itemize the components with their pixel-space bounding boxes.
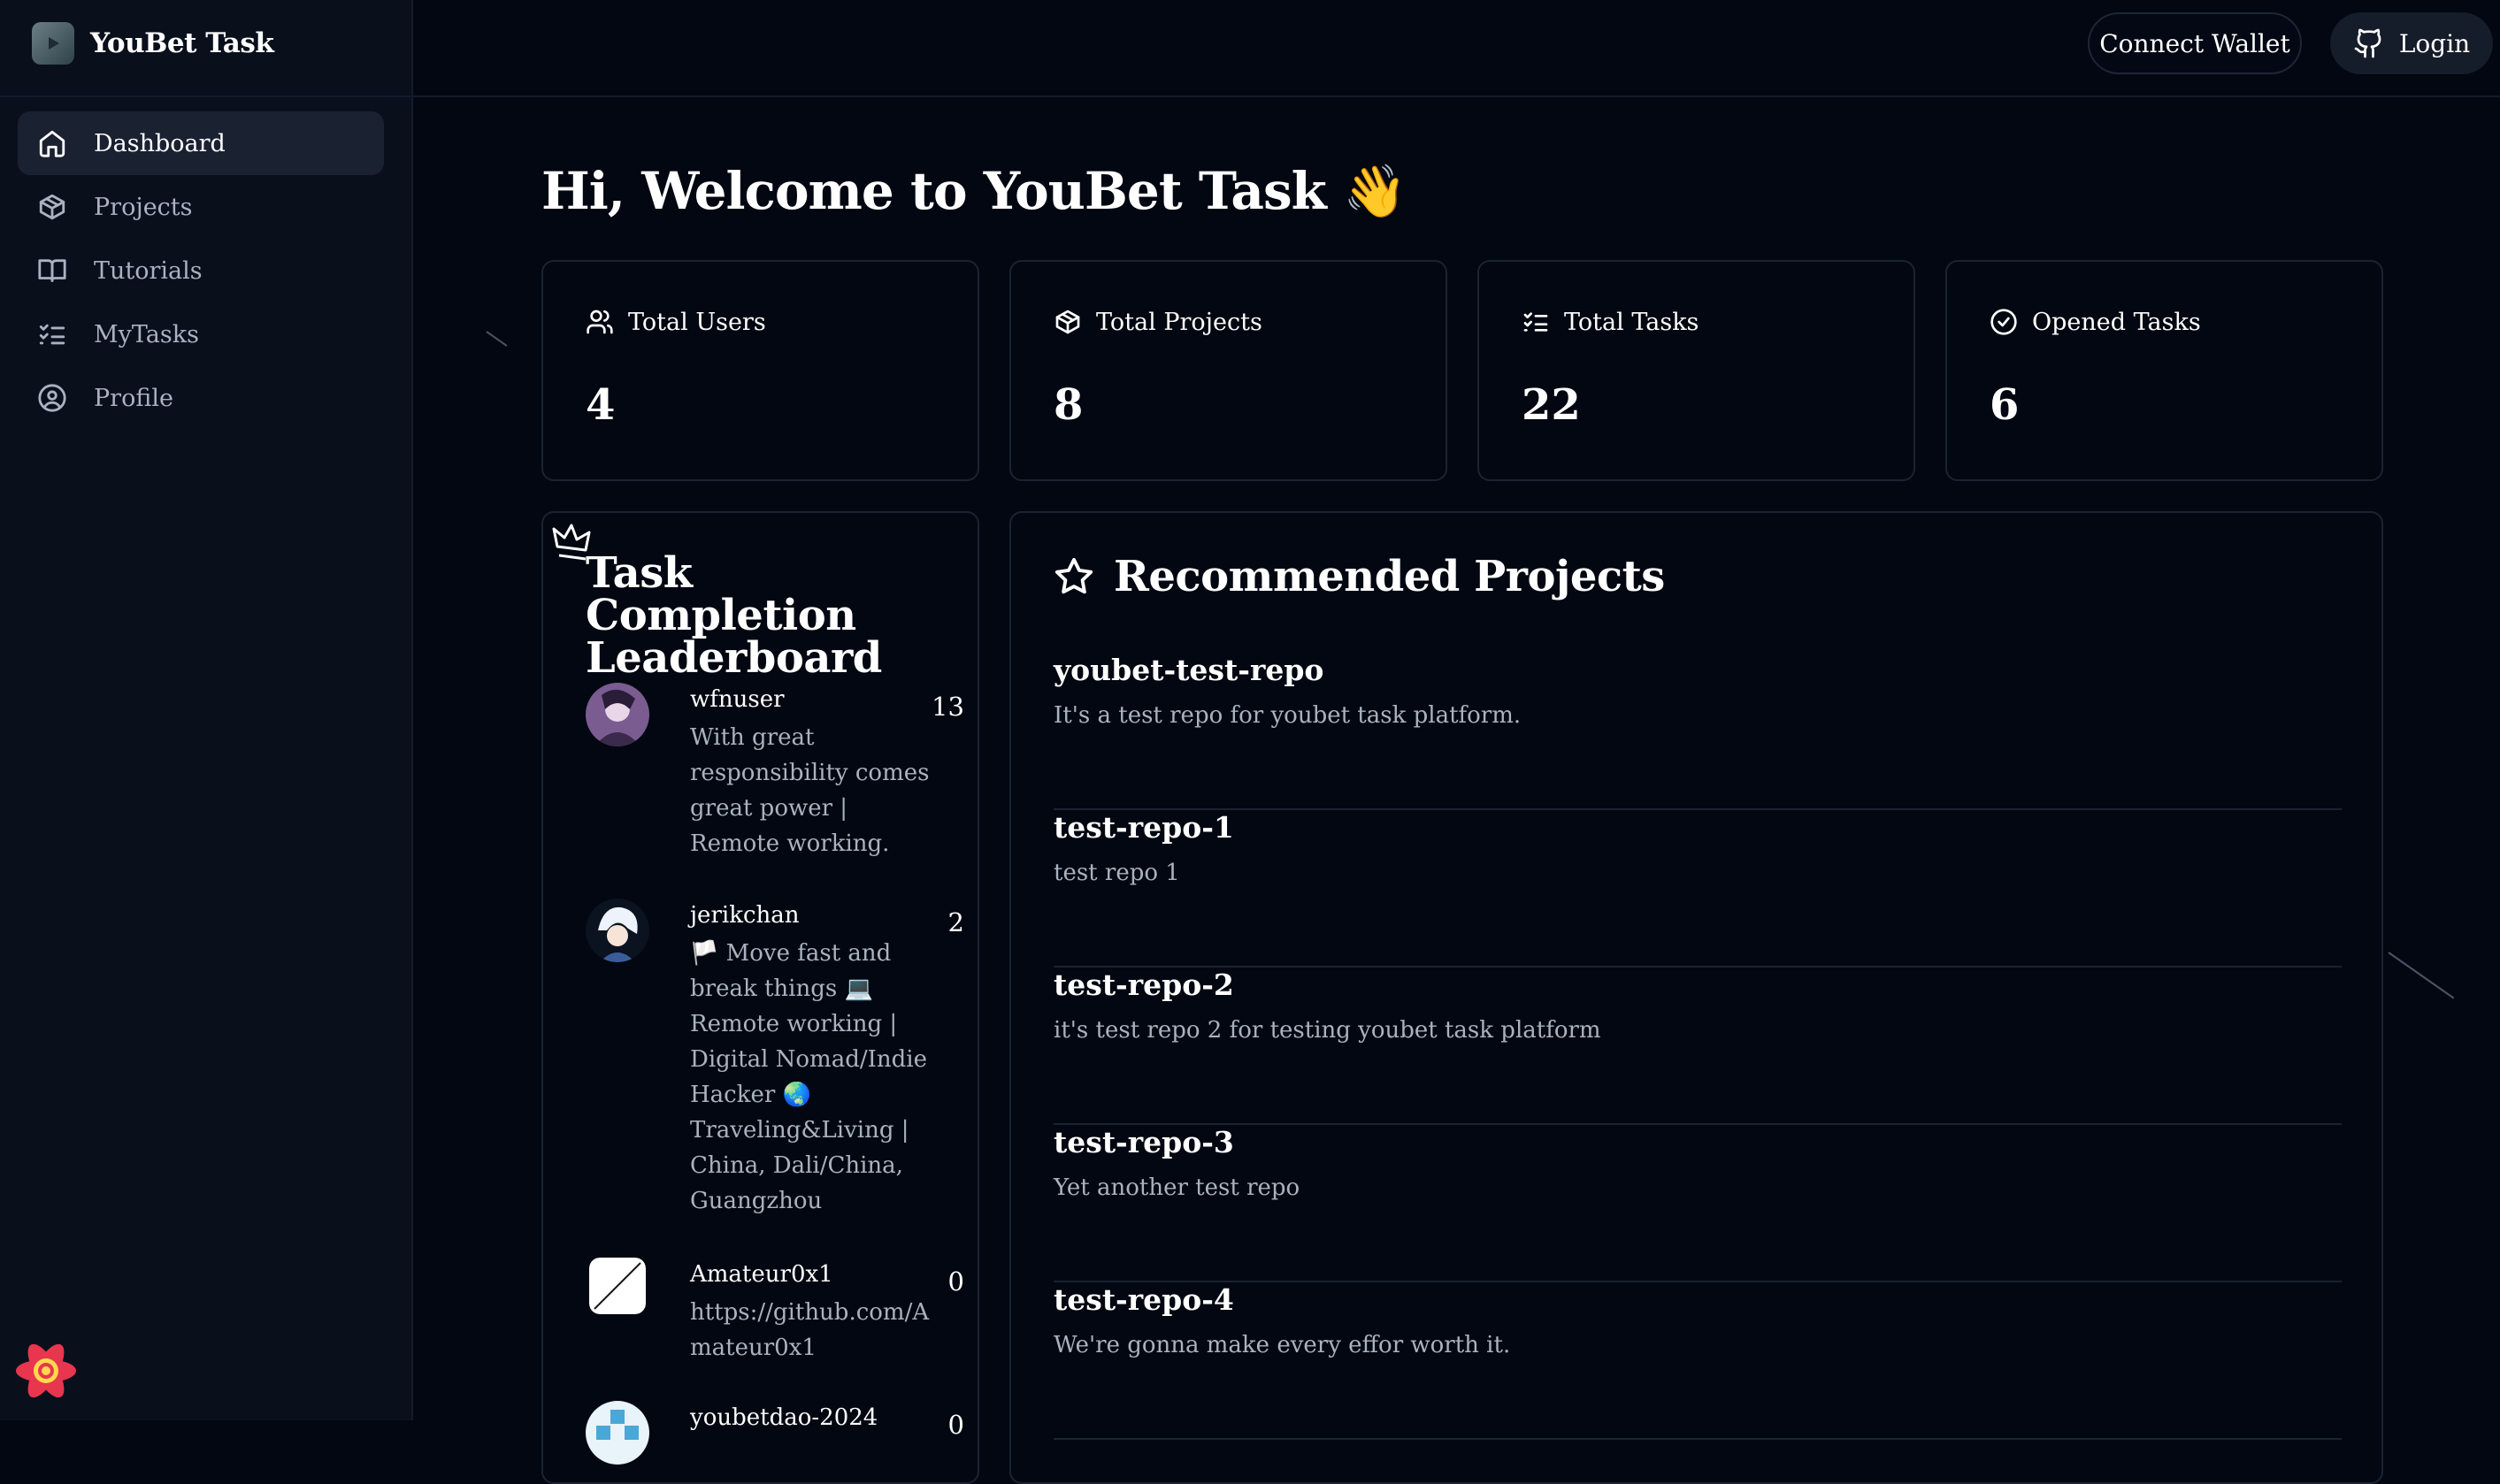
leaderboard-panel: Task Completion Leaderboard wfnuser With… bbox=[541, 511, 979, 1484]
project-item[interactable]: test-repo-3 Yet another test repo bbox=[1054, 1125, 2342, 1282]
stat-value: 4 bbox=[586, 380, 616, 430]
page-title: Hi, Welcome to YouBet Task 👋 bbox=[541, 161, 1407, 221]
app-logo-icon bbox=[32, 22, 74, 65]
connect-wallet-button[interactable]: Connect Wallet bbox=[2088, 12, 2302, 74]
project-name[interactable]: test-repo-3 bbox=[1054, 1125, 1234, 1159]
leaderboard-count: 0 bbox=[947, 1410, 964, 1440]
sidebar-nav: Dashboard Projects Tutorials MyTasks Pro… bbox=[18, 111, 384, 430]
stat-value: 8 bbox=[1054, 380, 1084, 430]
leaderboard-username: wfnuser bbox=[690, 686, 785, 713]
project-description: it's test repo 2 for testing youbet task… bbox=[1054, 1017, 1601, 1044]
brand[interactable]: YouBet Task bbox=[32, 19, 274, 67]
package-icon bbox=[1055, 310, 1080, 334]
stat-card-total-tasks: Total Tasks 22 bbox=[1477, 260, 1915, 481]
leaderboard-username: youbetdao-2024 bbox=[690, 1404, 878, 1431]
sidebar-item-label: MyTasks bbox=[94, 320, 199, 348]
sidebar: YouBet Task Dashboard Projects Tutorials… bbox=[0, 0, 413, 1420]
react-query-devtools-icon[interactable] bbox=[11, 1335, 81, 1406]
project-description: It's a test repo for youbet task platfor… bbox=[1054, 702, 1522, 729]
sidebar-item-tutorials[interactable]: Tutorials bbox=[18, 239, 384, 302]
decorative-streak bbox=[486, 331, 508, 347]
project-item[interactable]: test-repo-1 test repo 1 bbox=[1054, 810, 2342, 968]
project-item[interactable]: test-repo-4 We're gonna make every effor… bbox=[1054, 1282, 2342, 1440]
stat-value: 6 bbox=[1990, 380, 2020, 430]
home-icon bbox=[39, 130, 65, 157]
recommended-projects-panel: Recommended Projects youbet-test-repo It… bbox=[1009, 511, 2383, 1484]
project-name[interactable]: test-repo-4 bbox=[1054, 1282, 1234, 1317]
recommended-projects-title-label: Recommended Projects bbox=[1114, 552, 1665, 601]
leaderboard-bio: With great responsibility comes great po… bbox=[690, 724, 930, 857]
sidebar-item-dashboard[interactable]: Dashboard bbox=[18, 111, 384, 175]
leaderboard-count: 0 bbox=[947, 1266, 964, 1297]
project-description: Yet another test repo bbox=[1054, 1174, 1300, 1201]
stat-label: Total Projects bbox=[1096, 308, 1262, 336]
stat-label: Opened Tasks bbox=[2032, 308, 2201, 336]
sidebar-item-profile[interactable]: Profile bbox=[18, 366, 384, 430]
project-item[interactable]: test-repo-2 it's test repo 2 for testing… bbox=[1054, 968, 2342, 1125]
users-icon bbox=[587, 310, 613, 334]
decorative-streak bbox=[2388, 952, 2455, 999]
list-checks-icon bbox=[39, 324, 65, 345]
project-description: We're gonna make every effor worth it. bbox=[1054, 1332, 1511, 1358]
user-circle-icon bbox=[38, 384, 66, 412]
star-icon bbox=[1054, 557, 1093, 594]
sidebar-item-projects[interactable]: Projects bbox=[18, 175, 384, 239]
leaderboard-username: Amateur0x1 bbox=[690, 1261, 833, 1288]
leaderboard-username: jerikchan bbox=[690, 902, 800, 929]
stat-label: Total Tasks bbox=[1564, 308, 1699, 336]
stat-card-total-projects: Total Projects 8 bbox=[1009, 260, 1447, 481]
stat-value: 22 bbox=[1522, 380, 1581, 430]
package-icon bbox=[39, 194, 65, 220]
recommended-projects-title: Recommended Projects bbox=[1054, 552, 1665, 601]
sidebar-item-label: Projects bbox=[94, 193, 193, 221]
project-name[interactable]: test-repo-2 bbox=[1054, 968, 1234, 1002]
check-circle-icon bbox=[1990, 309, 2017, 335]
project-name[interactable]: test-repo-1 bbox=[1054, 810, 1234, 845]
login-button[interactable]: Login bbox=[2330, 12, 2493, 74]
sidebar-item-label: Dashboard bbox=[94, 129, 226, 157]
divider bbox=[413, 96, 2500, 97]
leaderboard-bio: https://github.com/Amateur0x1 bbox=[690, 1299, 930, 1361]
app-name: YouBet Task bbox=[90, 27, 274, 59]
avatar bbox=[586, 899, 649, 962]
leaderboard-title: Task Completion Leaderboard bbox=[586, 548, 882, 683]
stat-card-total-users: Total Users 4 bbox=[541, 260, 979, 481]
leaderboard-count: 2 bbox=[947, 907, 964, 937]
avatar bbox=[586, 1401, 649, 1465]
divider bbox=[0, 96, 413, 97]
project-name[interactable]: youbet-test-repo bbox=[1054, 653, 1323, 687]
leaderboard-count: 13 bbox=[932, 692, 964, 722]
sidebar-item-label: Profile bbox=[94, 384, 173, 412]
github-icon bbox=[2354, 28, 2381, 58]
sidebar-item-mytasks[interactable]: MyTasks bbox=[18, 302, 384, 366]
stat-card-opened-tasks: Opened Tasks 6 bbox=[1945, 260, 2383, 481]
project-description: test repo 1 bbox=[1054, 860, 1180, 886]
sidebar-item-label: Tutorials bbox=[94, 256, 203, 285]
project-item[interactable]: youbet-test-repo It's a test repo for yo… bbox=[1054, 653, 2342, 810]
book-icon bbox=[38, 259, 66, 282]
list-checks-icon bbox=[1523, 312, 1548, 332]
stat-label: Total Users bbox=[628, 308, 766, 336]
login-label: Login bbox=[2398, 28, 2471, 58]
avatar bbox=[589, 1258, 646, 1314]
avatar bbox=[586, 683, 649, 746]
leaderboard-bio: 🏳️ Move fast and break things 💻 Remote w… bbox=[690, 940, 927, 1214]
